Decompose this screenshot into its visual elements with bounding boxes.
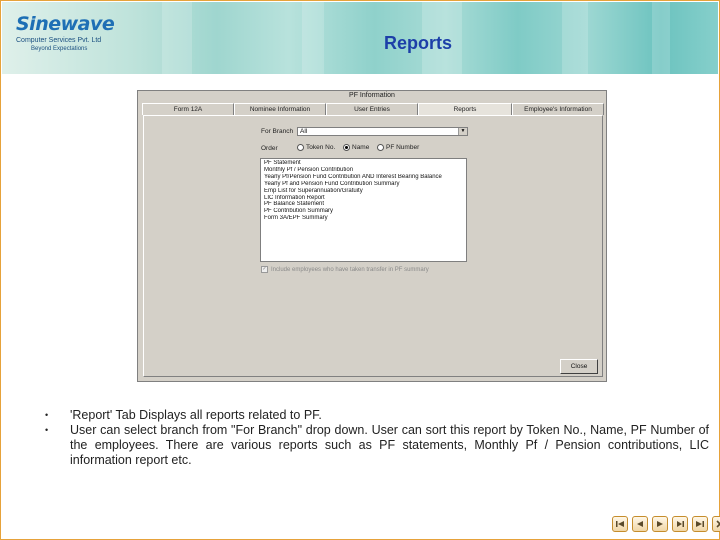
list-item[interactable]: LIC Information Report	[264, 195, 463, 202]
list-item[interactable]: Yearly Pf/Pension Fund Contribution AND …	[264, 174, 463, 181]
last-slide-icon[interactable]	[692, 516, 708, 532]
chevron-down-icon[interactable]: ▼	[458, 128, 467, 135]
bullet-mark: •	[45, 425, 49, 435]
list-item[interactable]: Form 3A/EPF Summary	[264, 215, 463, 222]
order-label: Order	[261, 145, 278, 152]
checkbox-indicator: ✓	[261, 266, 268, 273]
first-slide-icon[interactable]	[612, 516, 628, 532]
list-item[interactable]: Monthly Pf / Pension Contribution	[264, 167, 463, 174]
close-icon[interactable]	[712, 516, 720, 532]
bullet-text: 'Report' Tab Displays all reports relate…	[70, 408, 322, 422]
play-icon[interactable]	[652, 516, 668, 532]
bullet-item: • 'Report' Tab Displays all reports rela…	[45, 408, 709, 423]
order-pf-number-label: PF Number	[386, 144, 420, 151]
tab-user-entries[interactable]: User Entries	[326, 103, 418, 115]
company-logo: Sinewave Computer Services Pvt. Ltd Beyo…	[16, 14, 116, 53]
order-name-radio[interactable]: Name	[343, 144, 369, 151]
report-list[interactable]: PF Statement Monthly Pf / Pension Contri…	[260, 158, 467, 262]
tab-nominee-information[interactable]: Nominee Information	[234, 103, 326, 115]
tab-employees-information[interactable]: Employee's Information	[512, 103, 604, 115]
order-token-radio[interactable]: Token No.	[297, 144, 335, 151]
reports-panel: For Branch All ▼ Order Token No. Name PF…	[143, 115, 603, 377]
bullet-list: • 'Report' Tab Displays all reports rela…	[45, 408, 709, 468]
previous-slide-icon[interactable]	[632, 516, 648, 532]
tab-form-12a[interactable]: Form 12A	[142, 103, 234, 115]
list-item[interactable]: Yearly Pf and Pension Fund Contribution …	[264, 181, 463, 188]
pf-information-window: PF Information Form 12A Nominee Informat…	[137, 90, 607, 382]
window-title: PF Information	[349, 92, 395, 99]
order-name-label: Name	[352, 144, 370, 151]
include-transfer-label: Include employees who have taken transfe…	[271, 266, 429, 273]
header-banner: Sinewave Computer Services Pvt. Ltd Beyo…	[2, 2, 718, 74]
logo-subtitle: Computer Services Pvt. Ltd	[16, 37, 102, 44]
list-item[interactable]: Emp List for Superannuation/Gratuity	[264, 188, 463, 195]
bullet-text: User can select branch from "For Branch"…	[70, 423, 709, 467]
list-item[interactable]: PF Contribution Summary	[264, 208, 463, 215]
order-pf-number-radio[interactable]: PF Number	[377, 144, 419, 151]
slide-navigation	[612, 516, 720, 532]
logo-tagline: Beyond Expectations	[31, 46, 88, 52]
tab-strip: Form 12A Nominee Information User Entrie…	[142, 103, 604, 115]
branch-dropdown[interactable]: All ▼	[297, 127, 468, 136]
radio-indicator	[297, 144, 304, 151]
report-options-group: For Branch All ▼ Order Token No. Name PF…	[257, 125, 479, 275]
bullet-item: • User can select branch from "For Branc…	[45, 423, 709, 468]
order-token-label: Token No.	[306, 144, 336, 151]
list-item[interactable]: PF Statement	[264, 160, 463, 167]
include-transfer-checkbox[interactable]: ✓ Include employees who have taken trans…	[261, 266, 429, 273]
radio-indicator	[343, 144, 350, 151]
branch-label: For Branch	[261, 128, 294, 135]
list-item[interactable]: PF Balance Statement	[264, 201, 463, 208]
radio-indicator	[377, 144, 384, 151]
tab-reports[interactable]: Reports	[418, 103, 512, 115]
logo-name: Sinewave	[16, 13, 115, 35]
close-button[interactable]: Close	[560, 359, 598, 374]
next-slide-icon[interactable]	[672, 516, 688, 532]
bullet-mark: •	[45, 410, 49, 420]
slide-title: Reports	[383, 33, 452, 53]
branch-value: All	[300, 128, 308, 135]
